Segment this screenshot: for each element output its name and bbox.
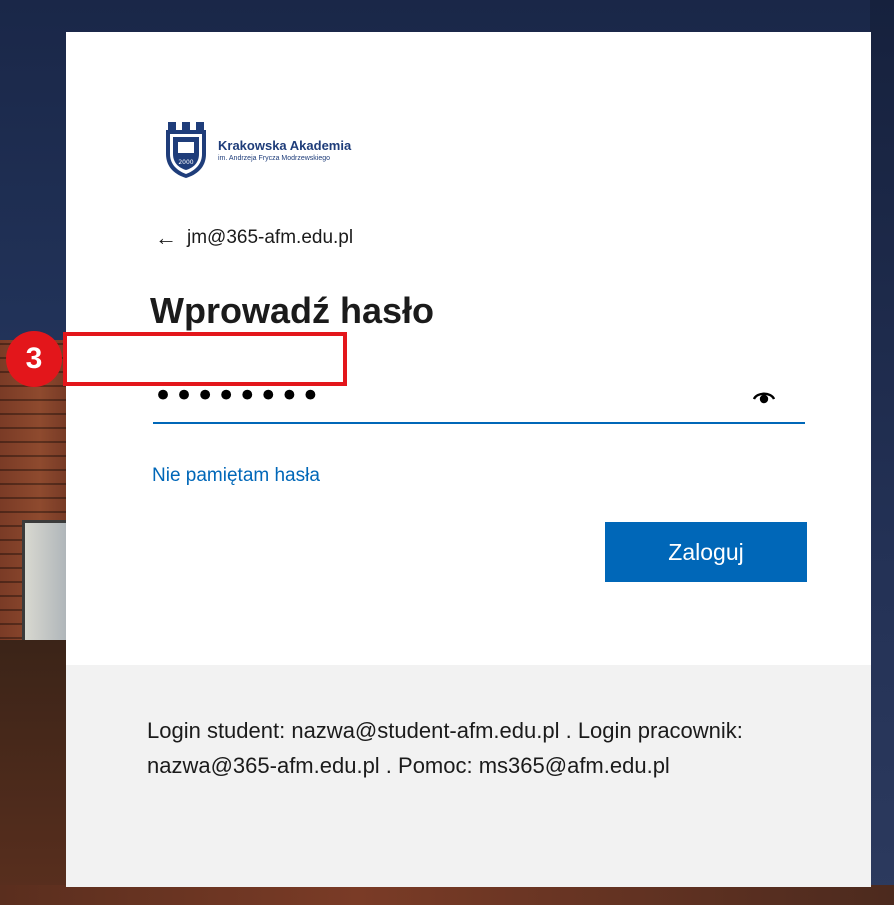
- background-bottom-edge: [0, 885, 894, 905]
- page-title: Wprowadź hasło: [150, 290, 435, 331]
- account-row: ← jm@365-afm.edu.pl: [155, 225, 353, 251]
- signin-button[interactable]: Zaloguj: [605, 522, 807, 582]
- annotation-step-badge: 3: [6, 331, 62, 387]
- annotation-highlight-box: [63, 332, 347, 386]
- brand-name: Krakowska Akademia: [218, 138, 352, 153]
- eye-icon[interactable]: [753, 388, 775, 404]
- background-shadow: [0, 640, 70, 905]
- brand-text: Krakowska Akademia im. Andrzeja Frycza M…: [218, 138, 351, 162]
- footer-panel: Login student: nazwa@student-afm.edu.pl …: [66, 665, 871, 887]
- arrow-left-icon[interactable]: ←: [155, 225, 177, 251]
- forgot-password-link[interactable]: Nie pamiętam hasła: [152, 465, 320, 487]
- footer-text: Login student: nazwa@student-afm.edu.pl …: [147, 718, 743, 778]
- svg-text:2000: 2000: [178, 159, 193, 166]
- background-right-edge: [870, 0, 894, 905]
- account-email: jm@365-afm.edu.pl: [187, 227, 354, 248]
- brand-logo: 2000 Krakowska Akademia im. Andrzeja Fry…: [162, 120, 352, 180]
- brand-subtitle: im. Andrzeja Frycza Modrzewskiego: [218, 155, 331, 162]
- shield-logo-icon: 2000: [166, 122, 206, 178]
- signin-card: 2000 Krakowska Akademia im. Andrzeja Fry…: [66, 32, 871, 887]
